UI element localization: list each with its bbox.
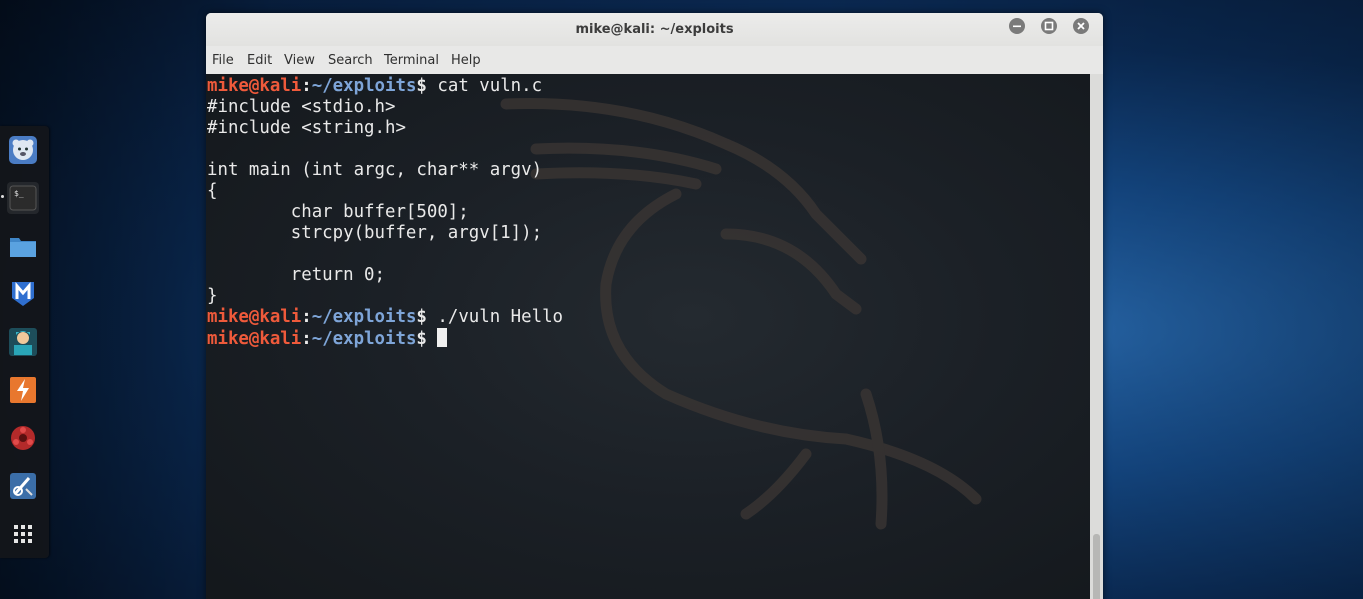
terminal-output-line: { [207,181,563,202]
prompt-symbol: $ [416,329,427,349]
menu-file[interactable]: File [212,53,234,68]
prompt-colon: : [301,329,312,349]
dock-item-tools[interactable] [7,470,39,502]
dock-item-show-apps[interactable] [7,518,39,550]
close-button[interactable] [1073,18,1089,34]
maximize-button[interactable] [1041,18,1057,34]
terminal-output-line: } [207,286,563,307]
dock-item-files[interactable] [7,230,39,262]
terminal-area[interactable]: mike@kali:~/exploits$ cat vuln.c #include… [206,74,1090,599]
prompt-symbol: $ [416,307,427,327]
dock-item-burpsuite[interactable] [7,374,39,406]
prompt-colon: : [301,76,312,96]
terminal-prompt-line: mike@kali:~/exploits$ ./vuln Hello [207,307,563,328]
dock: $_ [0,126,49,558]
prompt-path: ~/exploits [311,307,417,327]
prompt-user: mike@kali [207,76,302,96]
prompt-user: mike@kali [207,329,302,349]
running-indicator [1,195,4,198]
menu-bar: File Edit View Search Terminal Help [206,51,1103,73]
terminal-command: ./vuln Hello [426,307,564,327]
tools-icon [10,473,36,499]
terminal-output-line: char buffer[500]; [207,202,563,223]
burpsuite-icon [10,377,36,403]
dock-item-terminal[interactable]: $_ [7,182,39,214]
terminal-text: strcpy(buffer, argv[1]); [207,223,543,243]
window-title: mike@kali: ~/exploits [575,22,734,37]
menu-help[interactable]: Help [451,53,481,68]
terminal-text: int main (int argc, char** argv) [207,160,543,180]
maximize-icon [1044,21,1054,31]
title-bar[interactable]: mike@kali: ~/exploits [206,13,1103,46]
folder-icon [10,238,36,257]
prompt-colon: : [301,307,312,327]
terminal-text: } [207,286,218,306]
menu-edit[interactable]: Edit [247,53,272,68]
terminal-output-line: int main (int argc, char** argv) [207,160,563,181]
menu-terminal[interactable]: Terminal [384,53,439,68]
terminal-text: char buffer[500]; [207,202,469,222]
dock-item-metasploit[interactable] [7,278,39,310]
prompt-symbol: $ [416,76,427,96]
prompt-user: mike@kali [207,307,302,327]
terminal-text: #include <string.h> [207,118,406,138]
svg-text:$_: $_ [14,189,24,198]
metasploit-icon [12,281,34,306]
prompt-path: ~/exploits [311,329,417,349]
terminal-output-line: #include <stdio.h> [207,97,563,118]
dock-item-system-monitor[interactable] [7,134,39,166]
prompt-path: ~/exploits [311,76,417,96]
terminal-icon: $_ [9,185,37,211]
terminal-scrollbar[interactable] [1090,74,1103,599]
apps-grid-icon [14,525,32,543]
text-cursor [437,328,448,347]
terminal-window: mike@kali: ~/exploits File Edit View Sea… [206,13,1103,599]
terminal-prompt-line: mike@kali:~/exploits$ [207,328,563,349]
bear-icon [9,136,37,164]
terminal-text: return 0; [207,265,385,285]
menu-view[interactable]: View [284,53,315,68]
terminal-command [427,329,437,349]
dock-item-maltego[interactable] [7,422,39,454]
terminal-output: mike@kali:~/exploits$ cat vuln.c #include… [207,76,563,349]
scrollbar-thumb[interactable] [1093,534,1100,599]
menu-search[interactable]: Search [328,53,373,68]
dock-item-armitage[interactable] [7,326,39,358]
minimize-button[interactable] [1009,18,1025,34]
terminal-output-line: return 0; [207,265,563,286]
armitage-icon [9,328,37,356]
close-icon [1077,22,1085,30]
terminal-output-line: #include <string.h> [207,118,563,139]
maltego-icon [11,426,35,450]
terminal-text: { [207,181,218,201]
minimize-icon [1013,25,1021,28]
terminal-text: #include <stdio.h> [207,97,396,117]
terminal-command: cat vuln.c [426,76,543,96]
terminal-prompt-line: mike@kali:~/exploits$ cat vuln.c [207,76,563,97]
terminal-output-line: strcpy(buffer, argv[1]); [207,223,563,244]
